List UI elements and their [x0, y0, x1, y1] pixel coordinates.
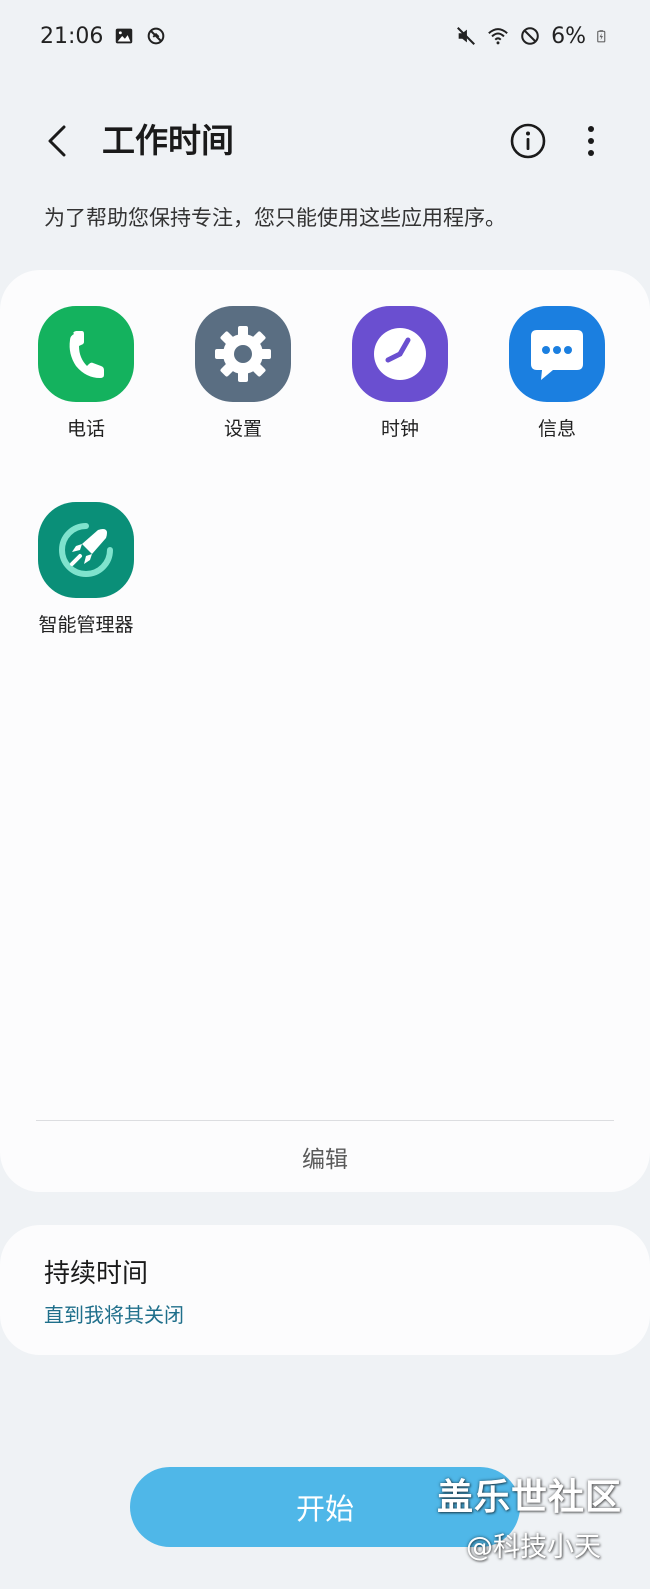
- battery-icon: [597, 30, 606, 43]
- duration-setting[interactable]: 持续时间 直到我将其关闭: [0, 1225, 650, 1355]
- message-icon: [509, 306, 605, 402]
- header: 工作时间: [0, 105, 650, 185]
- info-icon[interactable]: [506, 119, 550, 163]
- rocket-icon: [38, 502, 134, 598]
- chevron-left-icon[interactable]: [36, 119, 80, 163]
- status-right: 6%: [455, 24, 610, 49]
- status-time: 21:06: [40, 23, 104, 49]
- divider: [36, 1120, 614, 1121]
- phone-icon: [38, 306, 134, 402]
- app-settings[interactable]: 设置: [178, 306, 308, 442]
- mute-icon: [457, 27, 476, 45]
- allowed-apps-card: 电话 设置 时钟 信息 智能管理器 编辑: [0, 270, 650, 1192]
- status-left: 21:06: [40, 24, 167, 49]
- app-phone[interactable]: 电话: [21, 306, 151, 442]
- edit-button[interactable]: 编辑: [0, 1122, 650, 1192]
- clock-icon: [352, 306, 448, 402]
- app-messages[interactable]: 信息: [492, 306, 622, 442]
- gallery-icon: [116, 28, 133, 44]
- app-label: 信息: [537, 418, 576, 440]
- app-label: 电话: [66, 418, 105, 440]
- app-label: 时钟: [380, 418, 419, 440]
- more-vertical-icon[interactable]: [576, 119, 606, 163]
- do-not-disturb-icon: [521, 27, 539, 45]
- watermark-author: @科技小天: [466, 1532, 601, 1563]
- duration-title: 持续时间: [44, 1259, 149, 1289]
- app-label: 智能管理器: [38, 614, 134, 636]
- app-clock[interactable]: 时钟: [335, 306, 465, 442]
- app-smart-manager[interactable]: 智能管理器: [21, 502, 151, 638]
- data-saver-icon: [148, 27, 165, 45]
- watermark-title: 盖乐世社区: [437, 1477, 623, 1518]
- status-bar: 21:06 6%: [0, 0, 650, 72]
- page-description: 为了帮助您保持专注，您只能使用这些应用程序。: [44, 206, 506, 230]
- wifi-icon: [488, 28, 508, 45]
- battery-percent: 6%: [551, 23, 586, 49]
- duration-value: 直到我将其关闭: [44, 1303, 184, 1327]
- gear-icon: [195, 306, 291, 402]
- app-label: 设置: [223, 418, 262, 440]
- page-title: 工作时间: [102, 121, 234, 160]
